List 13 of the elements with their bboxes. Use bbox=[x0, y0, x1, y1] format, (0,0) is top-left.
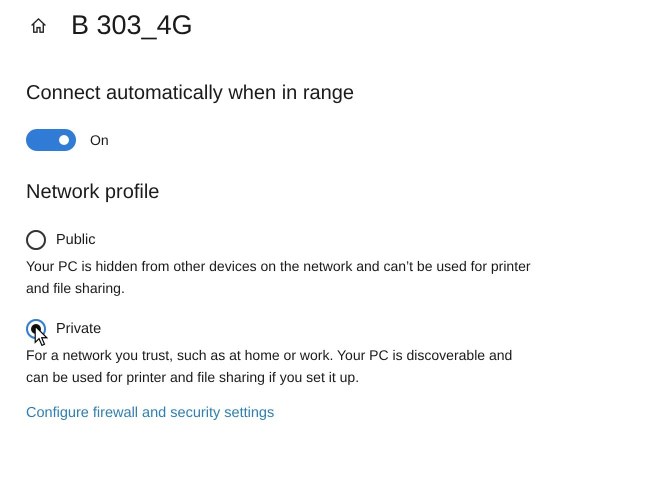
section-heading: Connect automatically when in range bbox=[26, 82, 355, 105]
firewall-settings-link[interactable]: Configure firewall and security settings bbox=[26, 405, 274, 421]
radio-label[interactable]: Private bbox=[56, 321, 102, 337]
option-description: Your PC is hidden from other devices on the network and can’t be used for printer and file sharing. bbox=[26, 257, 532, 298]
radio-button[interactable] bbox=[26, 230, 46, 250]
section-heading: Network profile bbox=[26, 181, 160, 204]
option-description: For a network you trust, such as at home or work. Your PC is discoverable and can be used for printer and file sharing if you set it up. bbox=[26, 346, 514, 387]
toggle-label: On bbox=[90, 132, 109, 148]
page-title: B 303_4G bbox=[71, 10, 193, 40]
mouse-pointer-icon bbox=[34, 325, 48, 347]
toggle-switch[interactable] bbox=[26, 129, 76, 151]
radio-label[interactable]: Public bbox=[56, 232, 96, 248]
home-icon[interactable] bbox=[30, 16, 47, 34]
